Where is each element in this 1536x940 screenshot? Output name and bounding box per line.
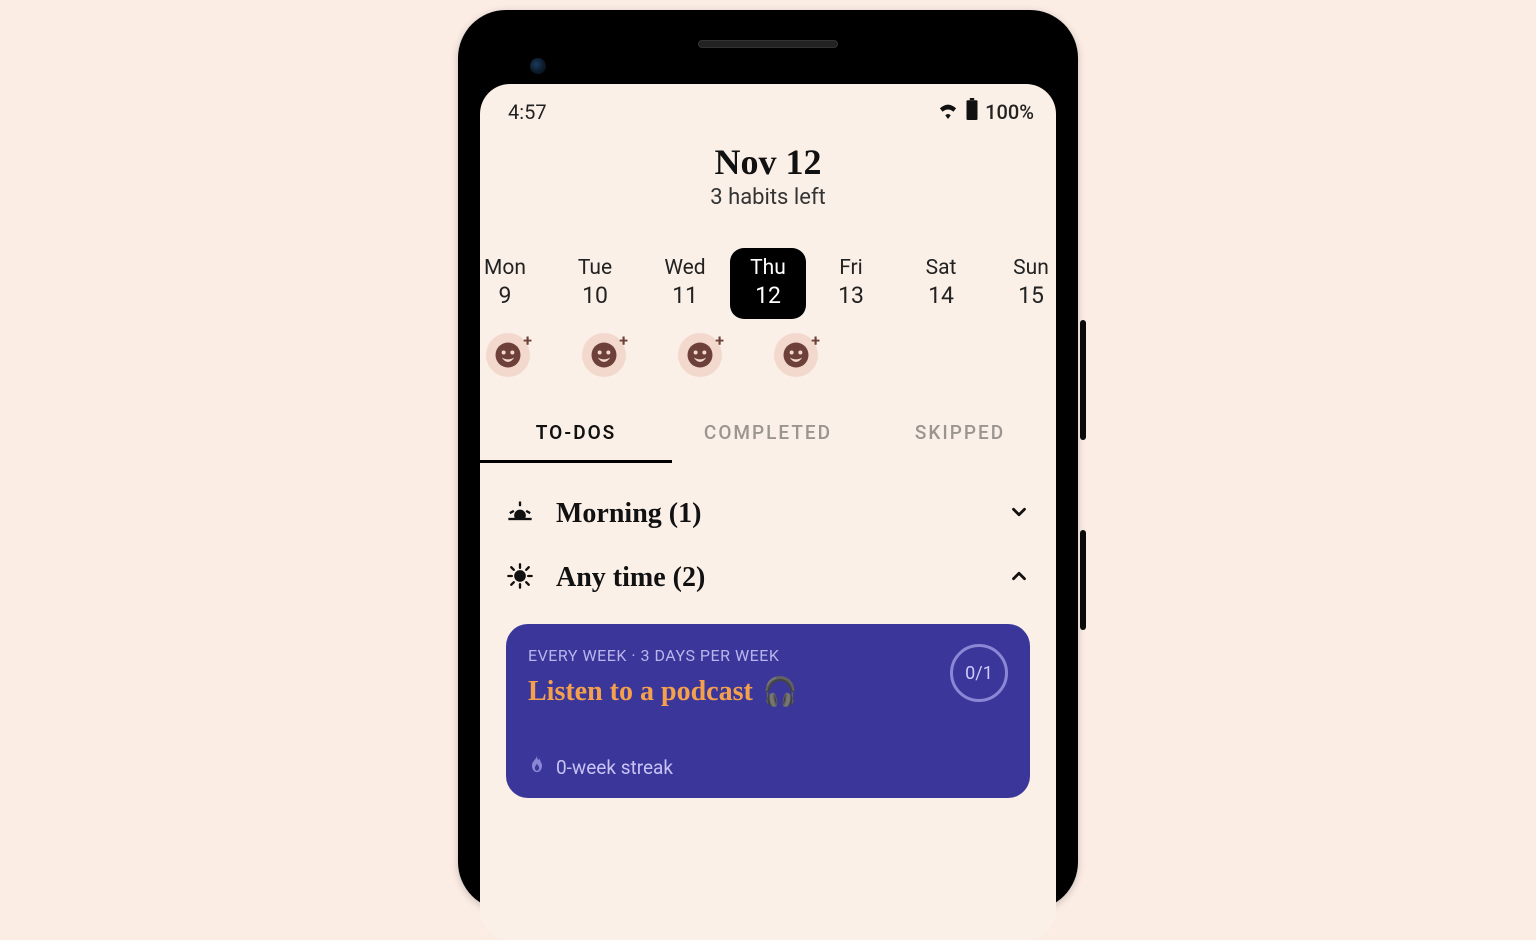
day-number: 13 <box>810 282 892 309</box>
day-cell[interactable]: Sat14 <box>896 248 986 319</box>
habit-progress-ring[interactable]: 0/1 <box>950 644 1008 702</box>
plus-icon: + <box>811 331 820 350</box>
day-of-week: Fri <box>810 256 892 280</box>
day-cell[interactable]: Tue10 <box>550 248 640 319</box>
plus-icon: + <box>619 331 628 350</box>
status-bar: 4:57 100% <box>480 84 1056 131</box>
section-anytime[interactable]: Any time (2) <box>506 546 1030 610</box>
speaker-grille <box>698 40 838 48</box>
plus-icon: + <box>715 331 724 350</box>
day-cell[interactable]: Sun15 <box>986 248 1056 319</box>
phone-frame: 4:57 100% Nov 12 3 habits left Mon9Tue10… <box>458 10 1078 910</box>
header: Nov 12 3 habits left <box>480 131 1056 218</box>
tab-todos[interactable]: TO-DOS <box>480 411 672 463</box>
tab-skipped[interactable]: SKIPPED <box>864 411 1056 463</box>
plus-icon: + <box>523 331 532 350</box>
habit-progress-text: 0/1 <box>965 663 993 684</box>
screen: 4:57 100% Nov 12 3 habits left Mon9Tue10… <box>480 84 1056 940</box>
sections: Morning (1) Any time (2) EVERY W <box>480 464 1056 798</box>
front-camera <box>530 58 546 74</box>
mood-add-button[interactable]: + <box>582 333 626 377</box>
day-of-week: Wed <box>644 256 726 280</box>
mood-add-button[interactable]: + <box>486 333 530 377</box>
day-of-week: Sun <box>990 256 1056 280</box>
mood-row: + + + + <box>480 327 1056 387</box>
day-number: 14 <box>900 282 982 309</box>
wifi-icon <box>937 100 959 124</box>
day-number: 15 <box>990 282 1056 309</box>
side-button <box>1080 320 1086 440</box>
day-cell[interactable]: Wed11 <box>640 248 730 319</box>
week-strip[interactable]: Mon9Tue10Wed11Thu12Fri13Sat14Sun15 <box>480 218 1056 327</box>
battery-icon <box>965 98 979 125</box>
status-right: 100% <box>937 98 1034 125</box>
mood-add-button[interactable]: + <box>678 333 722 377</box>
habit-streak-text: 0-week streak <box>556 756 673 779</box>
day-cell[interactable]: Mon9 <box>480 248 550 319</box>
day-cell[interactable]: Thu12 <box>730 248 806 319</box>
day-of-week: Mon <box>480 256 546 280</box>
day-number: 11 <box>644 282 726 309</box>
habit-frequency: EVERY WEEK · 3 DAYS PER WEEK <box>528 646 1008 665</box>
date-title: Nov 12 <box>480 141 1056 183</box>
status-time: 4:57 <box>508 100 547 124</box>
day-cell[interactable]: Fri13 <box>806 248 896 319</box>
section-title: Morning (1) <box>556 498 701 530</box>
section-title: Any time (2) <box>556 562 705 594</box>
habits-left: 3 habits left <box>480 185 1056 210</box>
headphones-icon: 🎧 <box>763 675 798 709</box>
mood-add-button[interactable]: + <box>774 333 818 377</box>
tabs: TO-DOS COMPLETED SKIPPED <box>480 411 1056 464</box>
sun-icon <box>506 562 534 594</box>
chevron-up-icon <box>1008 565 1030 591</box>
day-number: 9 <box>480 282 546 309</box>
flame-icon <box>528 755 546 780</box>
day-number: 12 <box>734 282 802 309</box>
day-of-week: Sat <box>900 256 982 280</box>
habit-card[interactable]: EVERY WEEK · 3 DAYS PER WEEK Listen to a… <box>506 624 1030 798</box>
sunrise-icon <box>506 498 534 530</box>
chevron-down-icon <box>1008 501 1030 527</box>
day-of-week: Tue <box>554 256 636 280</box>
day-number: 10 <box>554 282 636 309</box>
habit-title-text: Listen to a podcast <box>528 676 753 708</box>
habit-title: Listen to a podcast 🎧 <box>528 675 1008 709</box>
section-morning[interactable]: Morning (1) <box>506 482 1030 546</box>
tab-completed[interactable]: COMPLETED <box>672 411 864 463</box>
habit-streak: 0-week streak <box>528 755 1008 780</box>
day-of-week: Thu <box>734 256 802 280</box>
battery-percent: 100% <box>985 100 1034 124</box>
side-button <box>1080 530 1086 630</box>
